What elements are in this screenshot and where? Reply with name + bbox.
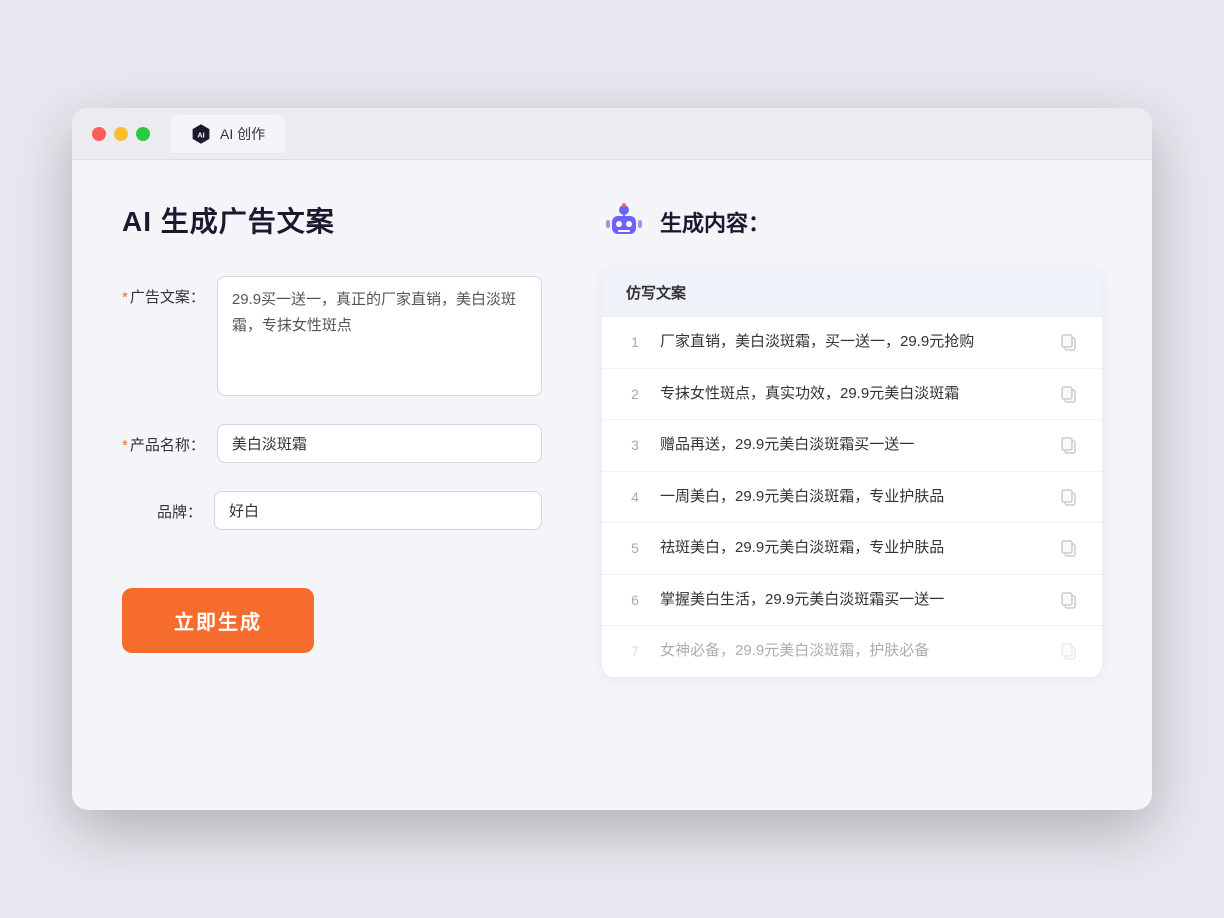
ai-tab-icon: AI: [190, 123, 212, 145]
copy-icon-2[interactable]: [1060, 385, 1078, 403]
maximize-button[interactable]: [136, 127, 150, 141]
left-panel: AI 生成广告文案 *广告文案： 29.9买一送一，真正的厂家直销，美白淡斑霜，…: [122, 200, 542, 770]
product-name-input[interactable]: [217, 424, 542, 463]
product-name-label: *产品名称：: [122, 424, 205, 455]
copy-icon-6[interactable]: [1060, 591, 1078, 609]
result-text-2: 专抹女性斑点，真实功效，29.9元美白淡斑霜: [660, 383, 1044, 406]
result-item-5: 5 祛斑美白，29.9元美白淡斑霜，专业护肤品: [602, 523, 1102, 575]
result-text-4: 一周美白，29.9元美白淡斑霜，专业护肤品: [660, 486, 1044, 509]
right-panel: 生成内容： 仿写文案 1 厂家直销，美白淡斑霜，买一送一，29.9元抢购 2 专…: [602, 200, 1102, 770]
ad-copy-input[interactable]: 29.9买一送一，真正的厂家直销，美白淡斑霜，专抹女性斑点: [217, 276, 542, 396]
result-num-2: 2: [626, 386, 644, 402]
svg-text:AI: AI: [197, 130, 204, 139]
result-header: 生成内容：: [602, 200, 1102, 244]
copy-icon-1[interactable]: [1060, 333, 1078, 351]
result-item-6: 6 掌握美白生活，29.9元美白淡斑霜买一送一: [602, 575, 1102, 627]
traffic-lights: [92, 127, 150, 141]
result-num-4: 4: [626, 489, 644, 505]
result-text-6: 掌握美白生活，29.9元美白淡斑霜买一送一: [660, 589, 1044, 612]
copy-icon-5[interactable]: [1060, 539, 1078, 557]
ad-copy-label: *广告文案：: [122, 276, 205, 307]
copy-icon-7[interactable]: [1060, 642, 1078, 660]
browser-window: AI AI 创作 AI 生成广告文案 *广告文案： 29.9买一送一，真正的厂家…: [72, 108, 1152, 810]
brand-input[interactable]: [214, 491, 542, 530]
result-text-1: 厂家直销，美白淡斑霜，买一送一，29.9元抢购: [660, 331, 1044, 354]
product-name-group: *产品名称：: [122, 424, 542, 463]
result-num-5: 5: [626, 540, 644, 556]
result-item-3: 3 赠品再送，29.9元美白淡斑霜买一送一: [602, 420, 1102, 472]
ai-tab[interactable]: AI AI 创作: [170, 115, 285, 153]
main-content: AI 生成广告文案 *广告文案： 29.9买一送一，真正的厂家直销，美白淡斑霜，…: [72, 160, 1152, 810]
brand-group: 品牌：: [122, 491, 542, 530]
result-item-7: 7 女神必备，29.9元美白淡斑霜，护肤必备: [602, 626, 1102, 677]
result-num-7: 7: [626, 643, 644, 659]
tab-label: AI 创作: [220, 124, 265, 144]
result-table-header: 仿写文案: [602, 268, 1102, 317]
minimize-button[interactable]: [114, 127, 128, 141]
copy-icon-4[interactable]: [1060, 488, 1078, 506]
copy-icon-3[interactable]: [1060, 436, 1078, 454]
result-item-2: 2 专抹女性斑点，真实功效，29.9元美白淡斑霜: [602, 369, 1102, 421]
page-title: AI 生成广告文案: [122, 200, 542, 240]
result-item-1: 1 厂家直销，美白淡斑霜，买一送一，29.9元抢购: [602, 317, 1102, 369]
result-text-5: 祛斑美白，29.9元美白淡斑霜，专业护肤品: [660, 537, 1044, 560]
result-num-1: 1: [626, 334, 644, 350]
brand-label: 品牌：: [122, 491, 202, 522]
ad-copy-group: *广告文案： 29.9买一送一，真正的厂家直销，美白淡斑霜，专抹女性斑点: [122, 276, 542, 396]
result-item-4: 4 一周美白，29.9元美白淡斑霜，专业护肤品: [602, 472, 1102, 524]
generate-button[interactable]: 立即生成: [122, 588, 314, 653]
required-star-2: *: [122, 437, 128, 454]
result-title: 生成内容：: [660, 206, 770, 238]
result-num-6: 6: [626, 592, 644, 608]
close-button[interactable]: [92, 127, 106, 141]
result-text-7: 女神必备，29.9元美白淡斑霜，护肤必备: [660, 640, 1044, 663]
result-text-3: 赠品再送，29.9元美白淡斑霜买一送一: [660, 434, 1044, 457]
robot-icon: [602, 200, 646, 244]
titlebar: AI AI 创作: [72, 108, 1152, 160]
required-star-1: *: [122, 289, 128, 306]
result-table: 仿写文案 1 厂家直销，美白淡斑霜，买一送一，29.9元抢购 2 专抹女性斑点，…: [602, 268, 1102, 677]
result-num-3: 3: [626, 437, 644, 453]
